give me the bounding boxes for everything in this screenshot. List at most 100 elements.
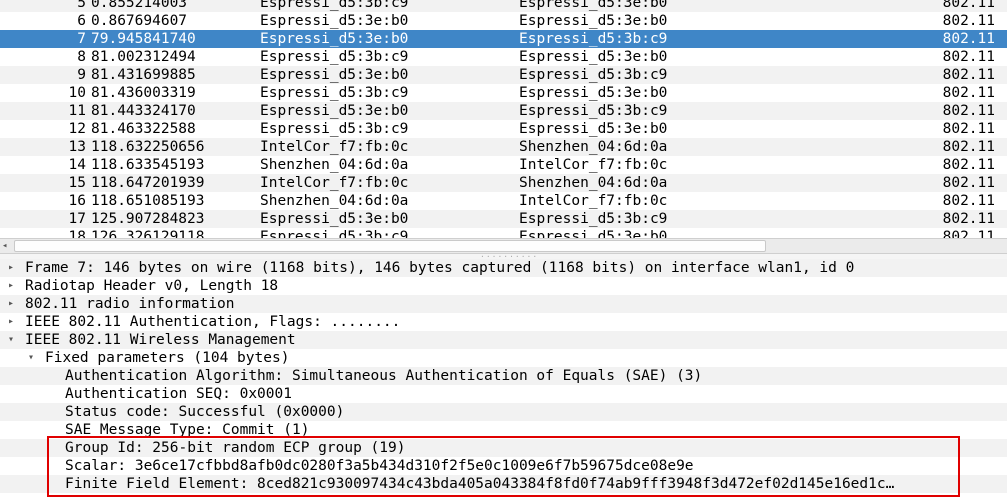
packet-destination: Espressi_d5:3b:c9 — [519, 31, 668, 47]
packet-number: 12 — [68, 121, 86, 137]
packet-row[interactable]: 13 118.632250656 IntelCor_f7:fb:0c Shenzhen… — [0, 138, 1007, 156]
packet-protocol: 802.11 — [942, 13, 995, 29]
packet-protocol: 802.11 — [942, 193, 995, 209]
packet-time: 126.326129118 — [91, 229, 205, 238]
packet-destination: Espressi_d5:3e:b0 — [519, 85, 668, 101]
detail-tree-item[interactable]: Status code: Successful (0x0000) — [0, 403, 1007, 421]
packet-details-tree[interactable]: ▸ Frame 7: 146 bytes on wire (1168 bits),… — [0, 259, 1007, 501]
detail-tree-label: IEEE 802.11 Authentication, Flags: .....… — [25, 314, 401, 330]
packet-source: Espressi_d5:3e:b0 — [260, 103, 409, 119]
packet-source: Espressi_d5:3e:b0 — [260, 67, 409, 83]
packet-destination: Espressi_d5:3b:c9 — [519, 103, 668, 119]
packet-source: Espressi_d5:3b:c9 — [260, 49, 409, 65]
packet-row[interactable]: 10 81.436003319 Espressi_d5:3b:c9 Espressi_… — [0, 84, 1007, 102]
packet-number: 7 — [77, 31, 86, 47]
packet-destination: Shenzhen_04:6d:0a — [519, 175, 668, 191]
collapse-arrow-icon[interactable]: ▾ — [25, 349, 37, 367]
packet-source: Shenzhen_04:6d:0a — [260, 193, 409, 209]
packet-source: Espressi_d5:3e:b0 — [260, 13, 409, 29]
packet-destination: Espressi_d5:3e:b0 — [519, 49, 668, 65]
packet-source: Espressi_d5:3b:c9 — [260, 0, 409, 11]
packet-source: Espressi_d5:3b:c9 — [260, 229, 409, 238]
packet-time: 79.945841740 — [91, 31, 196, 47]
packet-source: IntelCor_f7:fb:0c — [260, 139, 409, 155]
packet-number: 16 — [68, 193, 86, 209]
packet-number: 14 — [68, 157, 86, 173]
packet-source: Espressi_d5:3e:b0 — [260, 211, 409, 227]
packet-protocol: 802.11 — [942, 229, 995, 238]
detail-tree-label: SAE Message Type: Commit (1) — [65, 422, 310, 438]
scroll-left-arrow-icon[interactable]: ◂ — [2, 239, 7, 253]
detail-tree-item[interactable]: SAE Message Type: Commit (1) — [0, 421, 1007, 439]
packet-row[interactable]: 15 118.647201939 IntelCor_f7:fb:0c Shenzhen… — [0, 174, 1007, 192]
detail-tree-item[interactable]: Scalar: 3e6ce17cfbbd8afb0dc0280f3a5b434d… — [0, 457, 1007, 475]
packet-source: IntelCor_f7:fb:0c — [260, 175, 409, 191]
packet-protocol: 802.11 — [942, 157, 995, 173]
packet-protocol: 802.11 — [942, 211, 995, 227]
packet-row[interactable]: 18 126.326129118 Espressi_d5:3b:c9 Espressi… — [0, 228, 1007, 238]
packet-number: 8 — [77, 49, 86, 65]
packet-row[interactable]: 6 0.867694607 Espressi_d5:3e:b0 Espressi_d5… — [0, 12, 1007, 30]
packet-protocol: 802.11 — [942, 31, 995, 47]
packet-number: 11 — [68, 103, 86, 119]
packet-number: 9 — [77, 67, 86, 83]
packet-time: 118.647201939 — [91, 175, 205, 191]
packet-protocol: 802.11 — [942, 49, 995, 65]
detail-tree-item[interactable]: ▸ Frame 7: 146 bytes on wire (1168 bits),… — [0, 259, 1007, 277]
packet-row-selected[interactable]: 7 79.945841740 Espressi_d5:3e:b0 Espressi_d… — [0, 30, 1007, 48]
detail-tree-item[interactable]: ▾ IEEE 802.11 Wireless Management — [0, 331, 1007, 349]
detail-tree-item[interactable]: ▸ 802.11 radio information — [0, 295, 1007, 313]
packet-source: Espressi_d5:3b:c9 — [260, 121, 409, 137]
packet-destination: Espressi_d5:3e:b0 — [519, 13, 668, 29]
detail-tree-item[interactable]: ▸ Radiotap Header v0, Length 18 — [0, 277, 1007, 295]
packet-row[interactable]: 17 125.907284823 Espressi_d5:3e:b0 Espressi… — [0, 210, 1007, 228]
packet-destination: Espressi_d5:3e:b0 — [519, 229, 668, 238]
packet-list[interactable]: 5 0.855214003 Espressi_d5:3b:c9 Espressi_d5… — [0, 0, 1007, 238]
packet-time: 81.002312494 — [91, 49, 196, 65]
packet-row[interactable]: 14 118.633545193 Shenzhen_04:6d:0a IntelCor… — [0, 156, 1007, 174]
scrollbar-thumb[interactable] — [14, 240, 766, 252]
expand-arrow-icon[interactable]: ▸ — [5, 277, 17, 295]
packet-number: 5 — [77, 0, 86, 11]
expand-arrow-icon[interactable]: ▸ — [5, 295, 17, 313]
packet-time: 118.633545193 — [91, 157, 205, 173]
detail-tree-label: Fixed parameters (104 bytes) — [45, 350, 290, 366]
detail-tree-label: Scalar: 3e6ce17cfbbd8afb0dc0280f3a5b434d… — [65, 458, 694, 474]
detail-tree-label: Status code: Successful (0x0000) — [65, 404, 345, 420]
packet-destination: Espressi_d5:3e:b0 — [519, 0, 668, 11]
detail-tree-label: Group Id: 256-bit random ECP group (19) — [65, 440, 406, 456]
expand-arrow-icon[interactable]: ▸ — [5, 259, 17, 277]
detail-tree-label: Finite Field Element: 8ced821c930097434c… — [65, 476, 895, 492]
packet-row[interactable]: 16 118.651085193 Shenzhen_04:6d:0a IntelCor… — [0, 192, 1007, 210]
detail-tree-item[interactable]: ▸ IEEE 802.11 Authentication, Flags: ....… — [0, 313, 1007, 331]
packet-row[interactable]: 11 81.443324170 Espressi_d5:3e:b0 Espressi_… — [0, 102, 1007, 120]
detail-tree-item[interactable]: Authentication SEQ: 0x0001 — [0, 385, 1007, 403]
packet-row[interactable]: 5 0.855214003 Espressi_d5:3b:c9 Espressi_d5… — [0, 0, 1007, 12]
detail-tree-item[interactable]: Authentication Algorithm: Simultaneous A… — [0, 367, 1007, 385]
packet-number: 17 — [68, 211, 86, 227]
packet-protocol: 802.11 — [942, 103, 995, 119]
detail-tree-item[interactable]: ▾ Fixed parameters (104 bytes) — [0, 349, 1007, 367]
packet-destination: Espressi_d5:3b:c9 — [519, 67, 668, 83]
packet-source: Espressi_d5:3b:c9 — [260, 85, 409, 101]
packet-time: 81.463322588 — [91, 121, 196, 137]
packet-time: 118.651085193 — [91, 193, 205, 209]
detail-tree-label: Radiotap Header v0, Length 18 — [25, 278, 279, 294]
packet-protocol: 802.11 — [942, 85, 995, 101]
detail-tree-item[interactable]: Finite Field Element: 8ced821c930097434c… — [0, 475, 1007, 493]
packet-row[interactable]: 8 81.002312494 Espressi_d5:3b:c9 Espressi_d… — [0, 48, 1007, 66]
packet-time: 81.431699885 — [91, 67, 196, 83]
packet-protocol: 802.11 — [942, 0, 995, 11]
packet-number: 15 — [68, 175, 86, 191]
expand-arrow-icon[interactable]: ▸ — [5, 313, 17, 331]
packet-protocol: 802.11 — [942, 67, 995, 83]
packet-number: 18 — [68, 229, 86, 238]
packet-number: 13 — [68, 139, 86, 155]
packet-time: 81.436003319 — [91, 85, 196, 101]
packet-row[interactable]: 9 81.431699885 Espressi_d5:3e:b0 Espressi_d… — [0, 66, 1007, 84]
packet-source: Shenzhen_04:6d:0a — [260, 157, 409, 173]
packet-row[interactable]: 12 81.463322588 Espressi_d5:3b:c9 Espressi_… — [0, 120, 1007, 138]
packet-time: 0.855214003 — [91, 0, 188, 11]
detail-tree-item[interactable]: Group Id: 256-bit random ECP group (19) — [0, 439, 1007, 457]
collapse-arrow-icon[interactable]: ▾ — [5, 331, 17, 349]
